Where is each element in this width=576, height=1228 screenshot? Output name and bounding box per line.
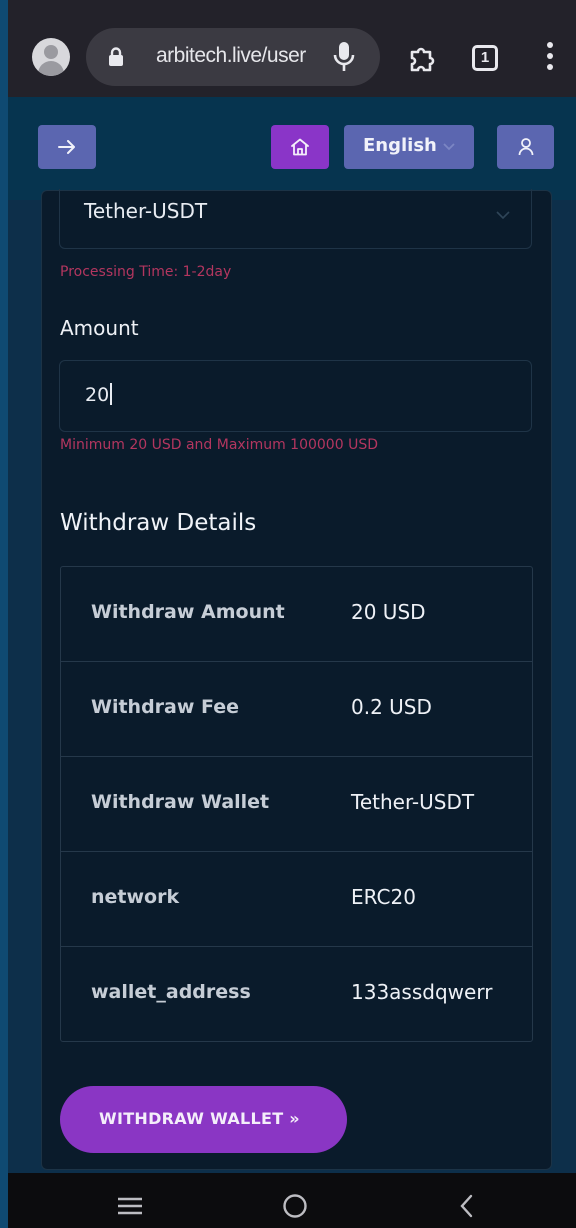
chevron-down-icon bbox=[443, 143, 455, 151]
tab-switcher-icon[interactable]: 1 bbox=[472, 45, 498, 71]
recent-apps-icon[interactable] bbox=[115, 1191, 145, 1219]
home-icon bbox=[291, 138, 309, 156]
user-icon bbox=[518, 138, 533, 156]
home-button[interactable] bbox=[271, 125, 329, 169]
microphone-icon[interactable] bbox=[332, 40, 356, 74]
withdraw-details-title: Withdraw Details bbox=[60, 510, 257, 536]
amount-limits-hint: Minimum 20 USD and Maximum 100000 USD bbox=[60, 437, 378, 453]
row-key: Withdraw Fee bbox=[91, 696, 240, 718]
browser-toolbar: arbitech.live/user 1 bbox=[8, 0, 576, 97]
language-select[interactable]: English bbox=[344, 125, 474, 169]
chevron-down-icon bbox=[496, 211, 510, 220]
row-key: wallet_address bbox=[91, 981, 251, 1003]
table-row: Withdraw Amount 20 USD bbox=[61, 567, 532, 662]
amount-input[interactable]: 20 bbox=[59, 360, 532, 432]
wallet-select[interactable]: Tether-USDT bbox=[59, 189, 532, 249]
row-value: 133assdqwerr bbox=[351, 980, 493, 1004]
sidebar-toggle-button[interactable] bbox=[38, 125, 96, 169]
table-row: Withdraw Wallet Tether-USDT bbox=[61, 757, 532, 852]
arrow-right-icon bbox=[58, 140, 75, 154]
app-header: English bbox=[8, 97, 576, 200]
address-bar[interactable]: arbitech.live/user bbox=[86, 28, 380, 86]
amount-value: 20 bbox=[85, 383, 113, 406]
row-key: Withdraw Wallet bbox=[91, 791, 270, 813]
processing-time-hint: Processing Time: 1-2day bbox=[60, 264, 232, 280]
withdraw-button-label: WITHDRAW WALLET » bbox=[99, 1109, 300, 1128]
row-key: network bbox=[91, 886, 180, 908]
profile-avatar-icon[interactable] bbox=[32, 38, 70, 76]
table-row: network ERC20 bbox=[61, 852, 532, 947]
row-value: 20 USD bbox=[351, 600, 426, 624]
page-content: Tether-USDT Processing Time: 1-2day Amou… bbox=[8, 189, 576, 1173]
amount-label: Amount bbox=[60, 316, 139, 340]
extensions-puzzle-icon[interactable] bbox=[406, 42, 438, 74]
system-nav-bar bbox=[8, 1173, 576, 1228]
row-value: ERC20 bbox=[351, 885, 416, 909]
wallet-select-value: Tether-USDT bbox=[84, 199, 208, 223]
back-icon[interactable] bbox=[451, 1191, 481, 1219]
withdraw-form-card: Tether-USDT Processing Time: 1-2day Amou… bbox=[41, 189, 552, 1170]
withdraw-wallet-button[interactable]: WITHDRAW WALLET » bbox=[60, 1086, 347, 1153]
user-profile-button[interactable] bbox=[497, 125, 554, 169]
lock-icon bbox=[109, 47, 123, 66]
row-value: Tether-USDT bbox=[351, 790, 475, 814]
home-circle-icon[interactable] bbox=[280, 1191, 310, 1219]
row-key: Withdraw Amount bbox=[91, 601, 285, 623]
url-text: arbitech.live/user bbox=[156, 44, 306, 67]
withdraw-details-table: Withdraw Amount 20 USD Withdraw Fee 0.2 … bbox=[60, 566, 533, 1042]
table-row: wallet_address 133assdqwerr bbox=[61, 947, 532, 1042]
language-label: English bbox=[363, 135, 437, 156]
row-value: 0.2 USD bbox=[351, 695, 432, 719]
more-options-icon[interactable] bbox=[546, 42, 554, 72]
table-row: Withdraw Fee 0.2 USD bbox=[61, 662, 532, 757]
